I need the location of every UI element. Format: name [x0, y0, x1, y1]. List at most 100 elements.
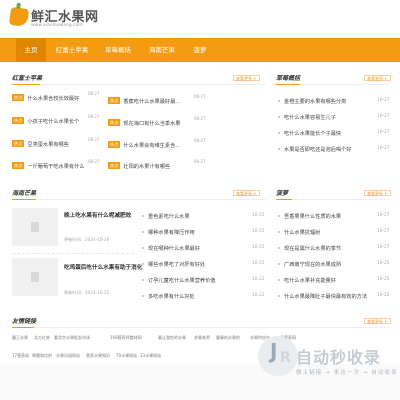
logo-domain: www.xianhuiwang.com — [31, 23, 83, 28]
list-item[interactable]: 吃什么水果容易生儿子 — [278, 114, 374, 121]
list-item[interactable]: 热点 壮阳的水果汁有哪些 — [108, 162, 196, 170]
section-divider — [12, 327, 390, 328]
section-title: 友情链接 — [12, 318, 37, 325]
friend-link[interactable]: 营养水果知识 — [86, 353, 110, 359]
section-accent — [276, 84, 300, 85]
more-link[interactable]: 查看更多 + — [233, 190, 260, 196]
list-item[interactable]: 热点 香蕉吃什么水果最好最... — [108, 97, 196, 105]
list-item-date: 10-25 — [252, 261, 265, 266]
list-item[interactable]: 金橙主要的水果有哪些分类 — [278, 98, 374, 105]
friend-link[interactable]: 168营养师食材网 — [110, 335, 142, 341]
section-title: 草莓概括 — [276, 75, 301, 82]
list-item[interactable]: 现在哪种什么水果最好 — [142, 245, 242, 252]
watermark-j-icon: J — [270, 339, 278, 363]
more-link[interactable]: 查看更多 + — [364, 318, 391, 324]
section-title: 红富士苹果 — [12, 75, 43, 82]
list-item-date: 10-25 — [252, 245, 265, 250]
hot-badge: 热点 — [12, 94, 25, 101]
article-title[interactable]: 晚上吃水果有什么呢减肥效 — [64, 211, 131, 219]
friend-link[interactable]: 苏果老师 — [194, 335, 210, 341]
friend-link[interactable]: 77营养网 — [12, 353, 29, 359]
list-item[interactable]: 现在是属什么水果的季节 — [278, 245, 374, 252]
list-item[interactable]: 重色素吃什么水果 — [142, 213, 242, 220]
list-item-date: 10-27 — [377, 130, 390, 135]
friend-link[interactable]: 最让我吃的水果 — [158, 335, 186, 341]
header: 鲜汇水果网 www.xianhuiwang.com — [0, 0, 400, 38]
article-title[interactable]: 吃鸡蛋后吃什么水果有助于消化 — [64, 263, 142, 271]
list-item-date: 10-27 — [377, 146, 390, 151]
friend-link[interactable]: 70水果网站 — [116, 353, 137, 359]
hot-badge: 热点 — [108, 97, 121, 104]
list-item-date: 10-25 — [377, 277, 390, 282]
list-item-date: 08-27 — [194, 159, 206, 164]
main-nav: 主页 红富士苹果 草莓概括 海南芒果 菠萝 — [0, 38, 400, 62]
watermark-text: 自动秒收录 — [296, 348, 382, 367]
list-item[interactable]: 热点 现在海口有什么当季水果 — [108, 119, 196, 127]
list-item[interactable]: 广西南宁现在的水果成熟 — [278, 261, 374, 268]
list-item[interactable]: 什么水果抗辐射 — [278, 229, 374, 236]
article-date: 更新时间：2024-10-25 — [64, 290, 110, 295]
nav-item-hainan-mango[interactable]: 海南芒果 — [144, 38, 180, 62]
list-item[interactable]: 哪种水果有降压作用 — [142, 229, 242, 236]
nav-item-fuji-apple[interactable]: 红富士苹果 — [52, 38, 92, 62]
list-item-text: 豆类蛋水果有哪些 — [27, 142, 69, 148]
list-item[interactable]: 吃什么水果能长个子最快 — [278, 130, 374, 137]
more-link[interactable]: 查看更多 + — [233, 75, 260, 81]
list-item-date: 10-22 — [377, 293, 390, 298]
list-item-text: 香蕉吃什么水果最好最... — [123, 99, 181, 105]
list-item-text: 什么水果会有维生素含... — [123, 143, 181, 149]
list-item-text: 什么水果含较长效最好 — [27, 96, 80, 102]
friend-link[interactable]: 健康的水果的 — [216, 335, 240, 341]
list-item-date: 08-27 — [194, 116, 206, 121]
list-item[interactable]: 吾香果果什么性质的水果 — [278, 213, 374, 220]
list-item[interactable]: 订孕儿童吃什么水果营养价值 — [142, 277, 242, 284]
page: 鲜汇水果网 www.xianhuiwang.com 主页 红富士苹果 草莓概括 … — [0, 0, 400, 400]
nav-item-strawberry[interactable]: 草莓概括 — [100, 38, 136, 62]
list-item-date: 10-25 — [252, 213, 265, 218]
list-item[interactable]: 水果是否即吃还是泡后喝个好 — [278, 146, 374, 153]
hot-badge: 热点 — [12, 162, 25, 169]
list-item[interactable]: 吃什么水果补充能量好 — [278, 277, 374, 284]
friend-link[interactable]: 水果乐园网站 — [56, 353, 80, 359]
list-item-date: 08-27 — [194, 94, 206, 99]
list-item-date: 10-22 — [252, 293, 265, 298]
article-date: 更新时间：2024-10-26 — [64, 237, 110, 242]
hot-badge: 热点 — [108, 162, 121, 169]
list-item-text: 一斤葡萄干吃水果有什么 — [27, 164, 85, 170]
more-link[interactable]: 查看更多 + — [364, 190, 391, 196]
section-accent — [12, 199, 36, 200]
list-item-text: 壮阳的水果汁有哪些 — [123, 164, 171, 170]
watermark-r-icon: R — [280, 350, 291, 366]
list-item-date: 10-27 — [377, 245, 390, 250]
list-item-date: 10-25 — [252, 229, 265, 234]
section-divider — [276, 199, 390, 200]
list-item-date: 10-27 — [377, 98, 390, 103]
hot-badge: 热点 — [12, 117, 25, 124]
friend-link[interactable]: 看北京水果批发市场 — [54, 335, 90, 341]
list-item[interactable]: 什么水果最降肚子最快最有效的方法 — [278, 293, 374, 300]
article-thumbnail[interactable] — [12, 258, 58, 296]
more-link[interactable]: 查看更多 + — [364, 75, 391, 81]
hot-badge: 热点 — [12, 140, 25, 147]
friend-link[interactable]: 霸王水果 — [12, 335, 28, 341]
article-thumbnail[interactable] — [12, 208, 58, 246]
watermark-logo-icon — [258, 336, 298, 376]
hot-badge: 热点 — [108, 119, 121, 126]
list-item[interactable]: 热点 一斤葡萄干吃水果有什么 — [12, 162, 90, 170]
article-divider — [12, 253, 134, 254]
list-item[interactable]: 哪些水果吃了对肝有好处 — [142, 261, 242, 268]
site-logo[interactable]: 鲜汇水果网 www.xianhuiwang.com — [8, 6, 98, 34]
friend-link[interactable]: 北方红茶 — [34, 335, 50, 341]
friend-link[interactable]: 果酸和饮剂 — [32, 353, 52, 359]
list-item[interactable]: 热点 什么水果含较长效最好 — [12, 94, 90, 102]
friend-link[interactable]: 23水果网站 — [140, 353, 161, 359]
nav-item-home[interactable]: 主页 — [16, 38, 46, 62]
list-item-date: 10-25 — [377, 261, 390, 266]
list-item[interactable]: 热点 什么水果会有维生素含... — [108, 141, 196, 149]
list-item-date: 08-27 — [194, 138, 206, 143]
list-item[interactable]: 热点 小孩子吃什么水果长个 — [12, 117, 90, 125]
nav-item-pineapple[interactable]: 菠萝 — [186, 38, 214, 62]
list-item[interactable]: 多吃水果有什么好处 — [142, 293, 242, 300]
list-item[interactable]: 热点 豆类蛋水果有哪些 — [12, 140, 90, 148]
list-item-date: 08-27 — [88, 159, 100, 164]
